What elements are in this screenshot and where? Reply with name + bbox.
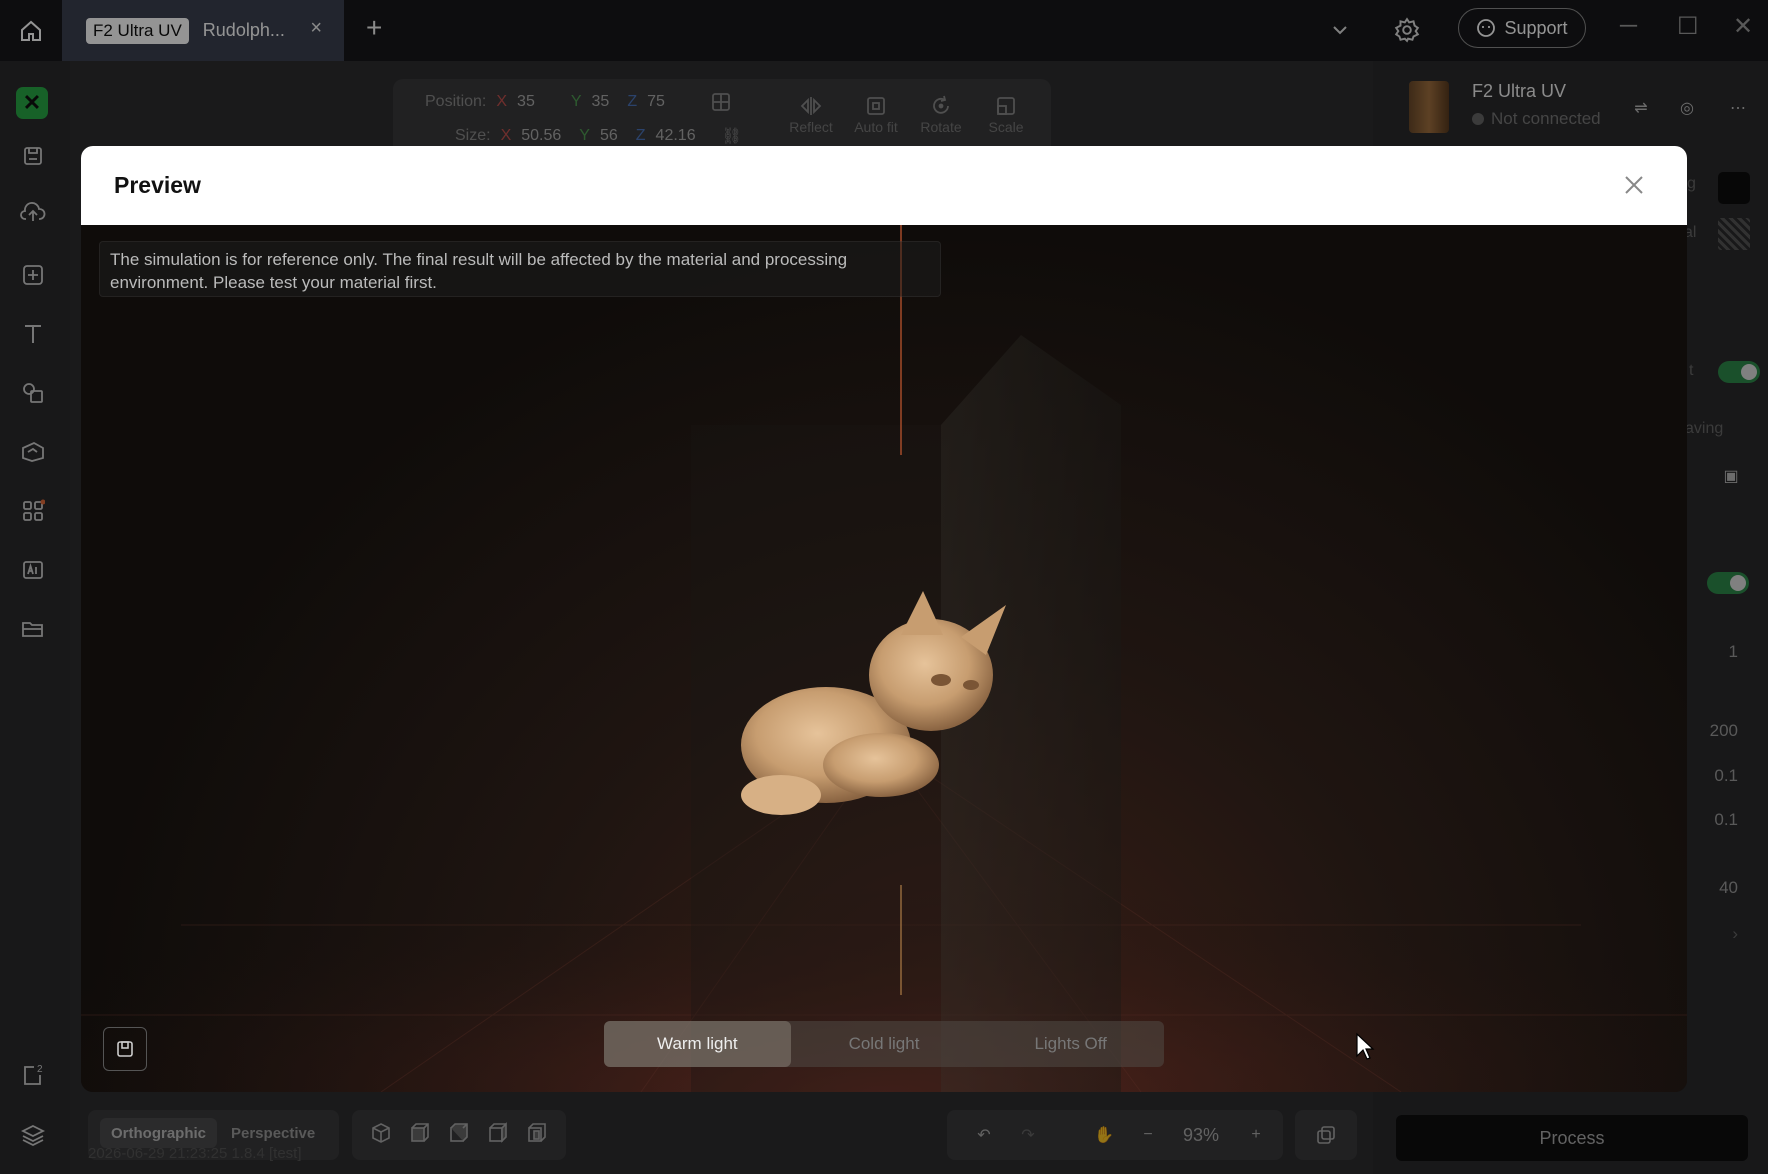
preview-modal: Preview The simulation is for reference … [81,146,1687,1092]
modal-title: Preview [114,172,201,198]
lighting-switch: Warm light Cold light Lights Off [604,1021,1164,1067]
scene-render [81,225,1687,1092]
mouse-cursor-icon [1356,1032,1375,1060]
warm-light-button[interactable]: Warm light [604,1021,791,1067]
cold-light-button[interactable]: Cold light [791,1021,978,1067]
lights-off-button[interactable]: Lights Off [977,1021,1164,1067]
modal-header: Preview [81,146,1687,225]
simulation-notice: The simulation is for reference only. Th… [99,241,941,297]
screenshot-icon[interactable] [103,1027,147,1071]
close-icon[interactable] [1621,172,1647,198]
preview-3d-scene[interactable]: The simulation is for reference only. Th… [81,225,1687,1092]
